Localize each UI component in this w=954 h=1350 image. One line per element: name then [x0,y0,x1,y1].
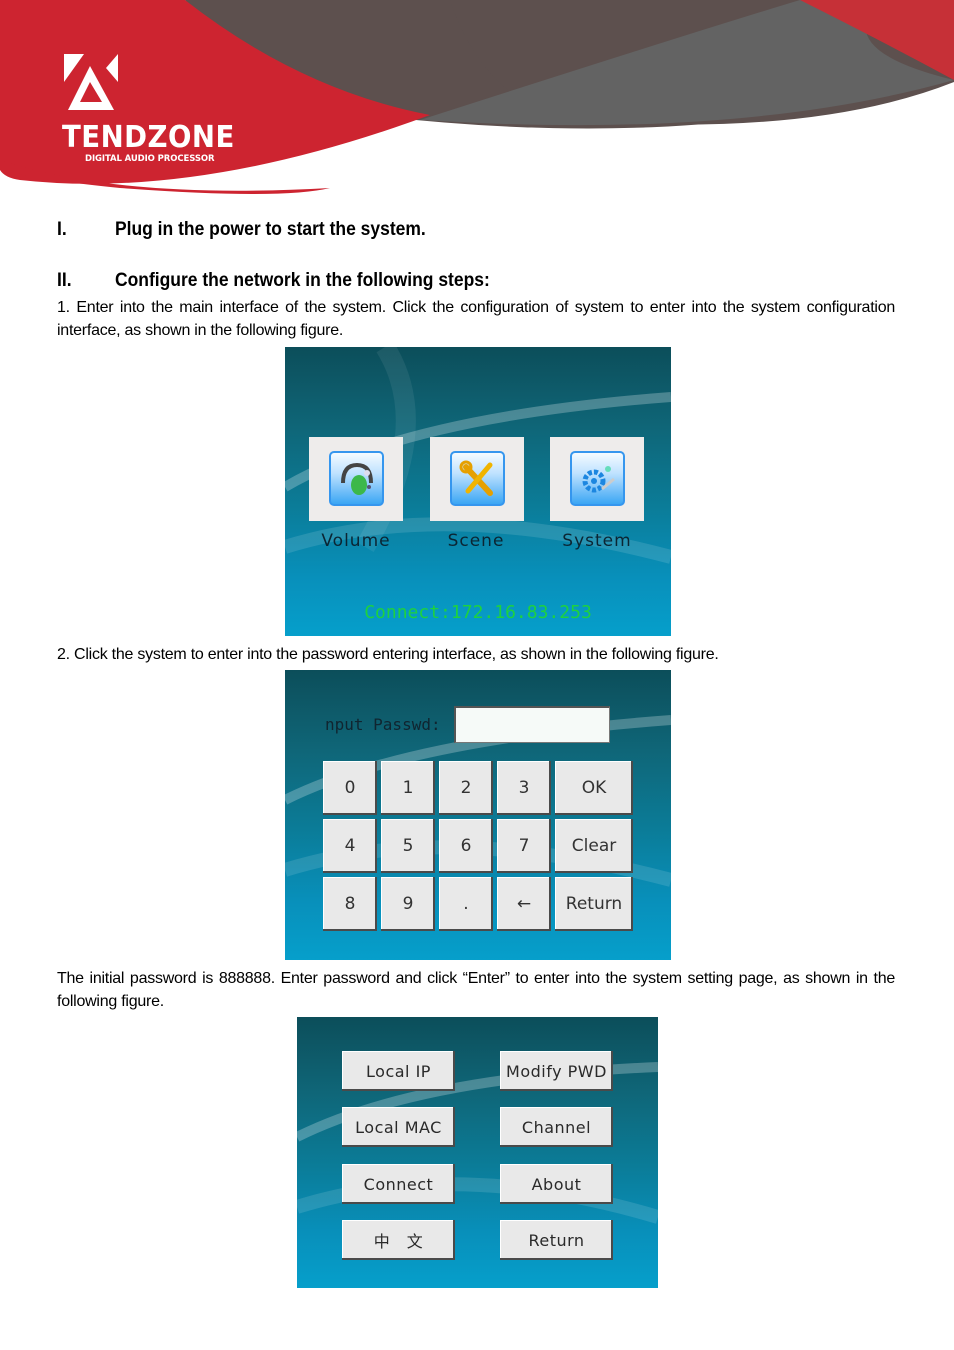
local-ip-button[interactable]: Local IP [342,1051,455,1091]
key-8[interactable]: 8 [323,877,377,931]
section-number: I. [57,219,67,240]
password-interface-screenshot: nput Passwd: 0 1 2 3 OK 4 5 6 7 Clear 8 9. ← Return [285,670,671,960]
system-settings-screenshot: Local IP Local MAC Connect 中 文 Modify PW… [297,1017,658,1288]
brand-name: TENDZONE [62,120,235,155]
volume-label: Volume [321,531,391,551]
key-5[interactable]: 5 [381,819,435,873]
key-1[interactable]: 1 [381,761,435,815]
step-3-text: The initial password is 888888. Enter pa… [57,970,895,1010]
section-number: II. [57,270,72,291]
key-7[interactable]: 7 [497,819,551,873]
volume-tile[interactable] [309,437,403,521]
brand-tagline: DIGITAL AUDIO PROCESSOR [85,154,215,164]
tools-icon [450,451,505,506]
section-heading-2: II. Configure the network in the followin… [57,270,490,292]
ok-button[interactable]: OK [555,761,633,815]
connect-status: Connect:172.16.83.253 [364,602,592,623]
scene-tile[interactable] [430,437,524,521]
return-button[interactable]: Return [500,1220,613,1260]
modify-pwd-button[interactable]: Modify PWD [500,1051,613,1091]
channel-button[interactable]: Channel [500,1107,613,1147]
chinese-language-button[interactable]: 中 文 [342,1220,455,1260]
return-button[interactable]: Return [555,877,633,931]
backspace-button[interactable]: ← [497,877,551,931]
key-6[interactable]: 6 [439,819,493,873]
logo-mark-icon [64,54,118,110]
section-title: Configure the network in the following s… [114,270,490,291]
step-2-text: 2. Click the system to enter into the pa… [57,646,719,663]
key-0[interactable]: 0 [323,761,377,815]
key-dot[interactable]: . [439,877,493,931]
section-title: Plug in the power to start the system. [114,219,426,240]
clear-button[interactable]: Clear [555,819,633,873]
headphones-icon [329,451,384,506]
section-heading-1: I. Plug in the power to start the system. [57,219,426,241]
main-interface-screenshot: Volume Scene System Connect:172.16.83.25… [285,347,671,636]
about-button[interactable]: About [500,1164,613,1204]
system-tile[interactable] [550,437,644,521]
header-banner: TENDZONE DIGITAL AUDIO PROCESSOR [0,0,954,200]
local-mac-button[interactable]: Local MAC [342,1107,455,1147]
system-label: System [562,531,632,551]
step-1-text: 1. Enter into the main interface of the … [57,299,895,339]
gear-icon [570,451,625,506]
key-2[interactable]: 2 [439,761,493,815]
key-3[interactable]: 3 [497,761,551,815]
tendzone-logo: TENDZONE DIGITAL AUDIO PROCESSOR [62,52,242,172]
key-9[interactable]: 9 [381,877,435,931]
password-input[interactable] [454,706,610,743]
key-4[interactable]: 4 [323,819,377,873]
password-label: nput Passwd: [325,715,441,734]
scene-label: Scene [447,531,505,551]
connect-button[interactable]: Connect [342,1164,455,1204]
